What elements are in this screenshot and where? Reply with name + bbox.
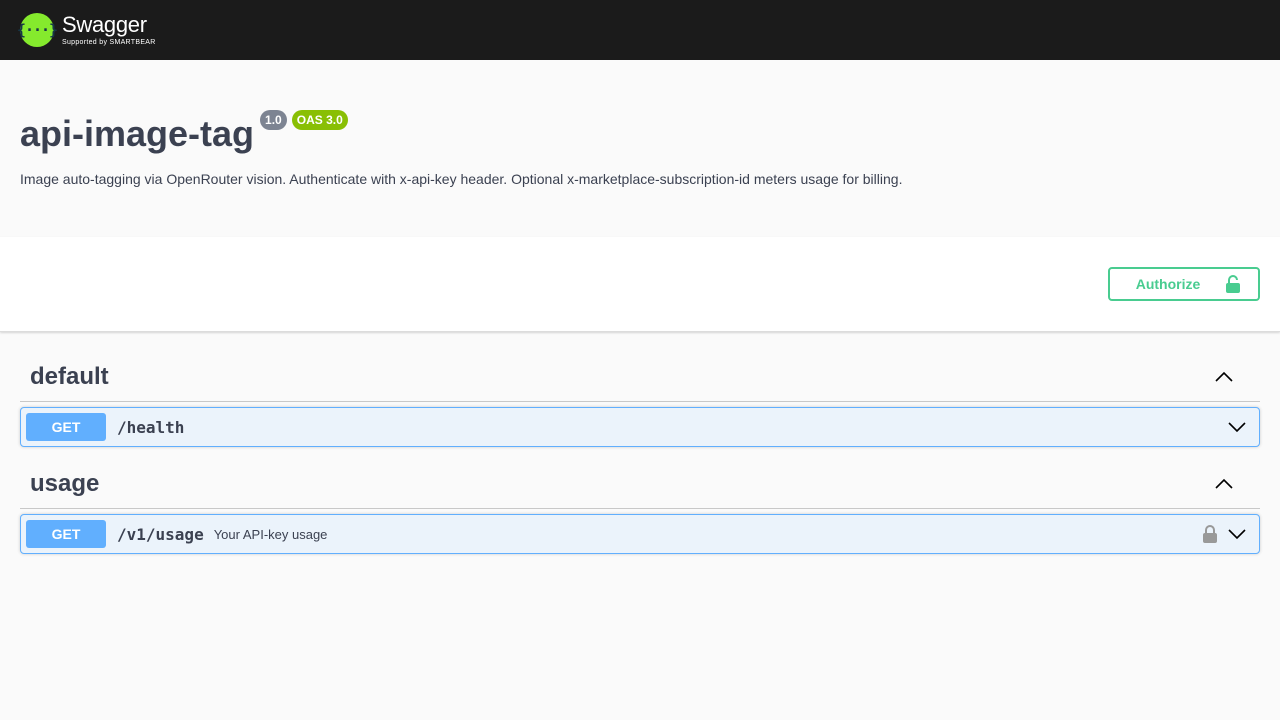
tag-header-default[interactable]: default	[20, 352, 1260, 402]
swagger-logo[interactable]: {···} Swagger Supported by SMARTBEAR	[17, 12, 156, 47]
operation-controls	[1203, 525, 1247, 543]
unlock-icon	[1226, 275, 1241, 293]
chevron-down-icon[interactable]	[1227, 528, 1247, 540]
tag-header-usage[interactable]: usage	[20, 459, 1260, 509]
operation-get-v1-usage[interactable]: GET /v1/usage Your API-key usage	[20, 514, 1260, 554]
lock-icon[interactable]	[1203, 525, 1217, 543]
operation-controls	[1227, 421, 1247, 433]
logo-title: Swagger	[62, 12, 147, 37]
operations-list: default GET /health usage GET /v1/usage …	[0, 352, 1280, 554]
operation-get-health[interactable]: GET /health	[20, 407, 1260, 447]
method-badge: GET	[26, 520, 106, 548]
authorize-label: Authorize	[1135, 276, 1201, 292]
chevron-up-icon[interactable]	[1214, 371, 1234, 383]
operation-path: /health	[117, 417, 185, 437]
chevron-up-icon[interactable]	[1214, 478, 1234, 490]
tag-section-usage: usage GET /v1/usage Your API-key usage	[20, 459, 1260, 554]
api-description: Image auto-tagging via OpenRouter vision…	[20, 171, 903, 187]
scheme-container: Authorize	[0, 237, 1280, 332]
api-info: api-image-tag 1.0 OAS 3.0 Image auto-tag…	[0, 60, 1280, 237]
version-badge: 1.0	[260, 110, 287, 130]
swagger-logo-icon: {···}	[17, 13, 58, 47]
method-badge: GET	[26, 413, 106, 441]
chevron-down-icon[interactable]	[1227, 421, 1247, 433]
oas-badge: OAS 3.0	[291, 110, 348, 130]
tag-name: usage	[30, 469, 100, 497]
page-title: api-image-tag	[20, 113, 255, 154]
authorize-button[interactable]: Authorize	[1108, 267, 1260, 301]
tag-section-default: default GET /health	[20, 352, 1260, 447]
logo-subtitle: Supported by SMARTBEAR	[62, 39, 156, 46]
operation-summary: Your API-key usage	[213, 526, 328, 542]
tag-name: default	[30, 362, 109, 390]
operation-path: /v1/usage	[117, 524, 204, 544]
topbar: {···} Swagger Supported by SMARTBEAR	[0, 0, 1280, 60]
logo-text: Swagger Supported by SMARTBEAR	[62, 12, 156, 47]
title-row: api-image-tag 1.0 OAS 3.0	[20, 108, 1260, 156]
